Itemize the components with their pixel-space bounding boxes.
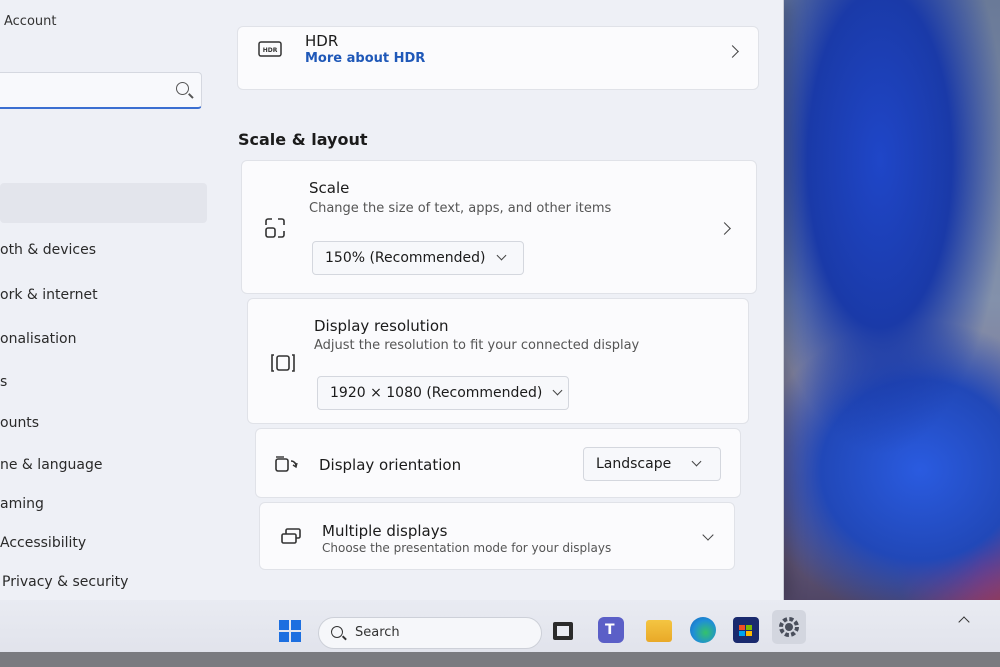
edge-icon[interactable]	[690, 617, 716, 643]
multiple-displays-subtitle: Choose the presentation mode for your di…	[322, 541, 612, 555]
display-orientation-icon	[274, 455, 298, 477]
scale-icon	[264, 217, 286, 243]
task-view-icon[interactable]	[553, 622, 573, 640]
settings-window: Account oth & devices ork & internet ona…	[0, 0, 784, 600]
multiple-displays-card[interactable]: Multiple displays Choose the presentatio…	[259, 502, 735, 570]
sidebar: Account oth & devices ork & internet ona…	[0, 0, 225, 600]
scale-dropdown-value: 150% (Recommended)	[325, 250, 486, 266]
more-about-hdr-link[interactable]: More about HDR	[305, 51, 425, 66]
section-title-scale-layout: Scale & layout	[238, 130, 368, 149]
chevron-right-icon	[726, 45, 739, 58]
multiple-displays-icon	[280, 527, 304, 549]
display-orientation-dropdown[interactable]: Landscape	[583, 447, 721, 481]
scale-title: Scale	[309, 179, 350, 197]
sidebar-item-bluetooth-devices[interactable]: oth & devices	[0, 242, 96, 258]
scale-subtitle: Change the size of text, apps, and other…	[309, 201, 612, 216]
screen-bezel	[0, 652, 1000, 667]
chevron-down-icon	[691, 456, 702, 467]
scale-card[interactable]: Scale Change the size of text, apps, and…	[241, 160, 757, 294]
sidebar-item-network-internet[interactable]: ork & internet	[0, 287, 98, 303]
teams-icon[interactable]: T	[598, 617, 624, 643]
display-orientation-title: Display orientation	[319, 456, 462, 474]
start-icon[interactable]	[279, 620, 301, 642]
chevron-down-icon	[552, 385, 563, 396]
account-label: Account	[4, 14, 57, 29]
hdr-card[interactable]: HDR HDR More about HDR	[237, 26, 759, 90]
svg-text:HDR: HDR	[263, 47, 278, 54]
chevron-down-icon	[496, 250, 506, 261]
sidebar-item-system-selected[interactable]	[0, 183, 207, 223]
sidebar-item-privacy-security[interactable]: Privacy & security	[2, 574, 128, 590]
display-resolution-subtitle: Adjust the resolution to fit your connec…	[314, 338, 640, 353]
sidebar-item-accessibility[interactable]: Accessibility	[0, 535, 86, 551]
sidebar-item-accounts[interactable]: ounts	[0, 415, 39, 431]
taskbar-search-box[interactable]: Search	[318, 617, 542, 649]
scale-dropdown[interactable]: 150% (Recommended)	[312, 241, 524, 275]
multiple-displays-title: Multiple displays	[322, 522, 448, 540]
hdr-icon: HDR	[258, 41, 282, 61]
tray-overflow-chevron-icon[interactable]	[958, 616, 970, 628]
settings-search-input[interactable]	[0, 72, 202, 109]
hdr-title: HDR	[305, 32, 339, 50]
display-resolution-icon	[270, 353, 296, 377]
search-icon	[176, 82, 189, 95]
settings-icon[interactable]	[772, 610, 806, 644]
display-resolution-dropdown[interactable]: 1920 × 1080 (Recommended)	[317, 376, 569, 410]
display-resolution-dropdown-value: 1920 × 1080 (Recommended)	[330, 385, 543, 401]
chevron-down-icon[interactable]	[702, 529, 714, 541]
main-content: HDR HDR More about HDR Scale & layout Sc…	[225, 0, 783, 600]
file-explorer-icon[interactable]	[646, 620, 672, 642]
sidebar-item-time-language[interactable]: ne & language	[0, 457, 102, 473]
display-resolution-card[interactable]: Display resolution Adjust the resolution…	[247, 298, 749, 424]
display-resolution-title: Display resolution	[314, 317, 449, 335]
taskbar-search-label: Search	[355, 625, 400, 640]
chevron-right-icon	[718, 222, 731, 235]
sidebar-item-gaming[interactable]: aming	[0, 496, 44, 512]
search-icon	[331, 626, 343, 638]
display-orientation-card: Display orientation Landscape	[255, 428, 741, 498]
sidebar-item-apps[interactable]: s	[0, 374, 7, 390]
store-icon[interactable]	[733, 617, 759, 643]
display-orientation-dropdown-value: Landscape	[596, 456, 672, 472]
sidebar-item-personalisation[interactable]: onalisation	[0, 331, 77, 347]
